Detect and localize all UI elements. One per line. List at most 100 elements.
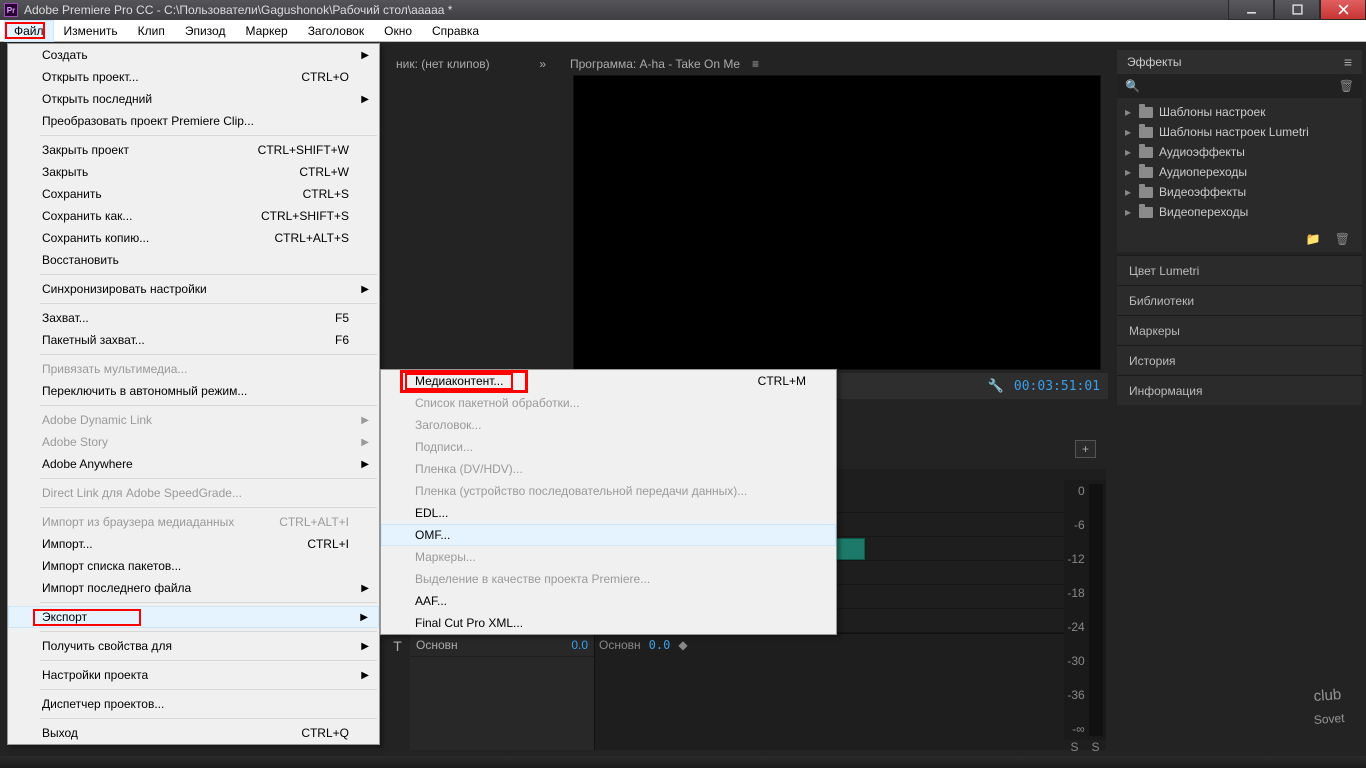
meter-tick: -∞ — [1067, 722, 1084, 736]
meter-tick: -12 — [1067, 552, 1084, 566]
menuitem-label: Direct Link для Adobe SpeedGrade... — [42, 486, 242, 500]
menuitem-открыть-последний[interactable]: Открыть последний▶ — [8, 88, 379, 110]
menuitem-выделение-в-качестве-проекта-premiere-: Выделение в качестве проекта Premiere... — [381, 568, 836, 590]
menuitem-переключить-в-автономный-режим-[interactable]: Переключить в автономный режим... — [8, 380, 379, 402]
menu-окно[interactable]: Окно — [374, 20, 422, 42]
source-panel-tab[interactable]: ник: (нет клипов) » — [386, 53, 556, 75]
text-tool-icon[interactable]: T — [393, 638, 402, 654]
panel-tab-история[interactable]: История — [1117, 345, 1362, 375]
menuitem-edl-[interactable]: EDL... — [381, 502, 836, 524]
menuitem-диспетчер-проектов-[interactable]: Диспетчер проектов... — [8, 693, 379, 715]
program-panel-tab[interactable]: Программа: A-ha - Take On Me ≡ — [560, 53, 769, 75]
menuitem-медиаконтент-[interactable]: Медиаконтент...CTRL+M — [381, 370, 836, 392]
separator — [40, 478, 377, 479]
menuitem-aaf-[interactable]: AAF... — [381, 590, 836, 612]
menu-клип[interactable]: Клип — [128, 20, 175, 42]
menuitem-сохранить-копию-[interactable]: Сохранить копию...CTRL+ALT+S — [8, 227, 379, 249]
menuitem-восстановить[interactable]: Восстановить — [8, 249, 379, 271]
master-track-header[interactable]: Основн0.0 — [410, 633, 594, 657]
menuitem-label: Преобразовать проект Premiere Clip... — [42, 114, 254, 128]
menuitem-экспорт[interactable]: Экспорт▶ — [8, 606, 379, 628]
menu-маркер[interactable]: Маркер — [235, 20, 297, 42]
panel-menu-icon[interactable]: ≡ — [752, 57, 759, 71]
menuitem-маркеры-: Маркеры... — [381, 546, 836, 568]
panel-tab-информация[interactable]: Информация — [1117, 375, 1362, 405]
meter-tick: 0 — [1067, 484, 1084, 498]
effects-panel: Эффекты ≡ 🔍 🗑 ▸Шаблоны настроек▸Шаблоны … — [1117, 50, 1362, 252]
menuitem-label: Импорт последнего файла — [42, 581, 191, 595]
effects-folder[interactable]: ▸Видеопереходы — [1117, 202, 1362, 222]
menuitem-получить-свойства-для[interactable]: Получить свойства для ▶ — [8, 635, 379, 657]
folder-label: Аудиоэффекты — [1159, 145, 1245, 159]
meter-tick: -36 — [1067, 688, 1084, 702]
effects-folder[interactable]: ▸ Аудиоэффекты — [1117, 142, 1362, 162]
master-value: 0.0 — [571, 638, 588, 652]
menuitem-импорт-последнего-файла[interactable]: Импорт последнего файла▶ — [8, 577, 379, 599]
meter-tick: -24 — [1067, 620, 1084, 634]
menuitem-сохранить[interactable]: СохранитьCTRL+S — [8, 183, 379, 205]
effects-folder[interactable]: ▸Шаблоны настроек Lumetri — [1117, 122, 1362, 142]
minimize-button[interactable] — [1228, 0, 1274, 20]
menu-заголовок[interactable]: Заголовок — [298, 20, 374, 42]
menuitem-импорт-списка-пакетов-[interactable]: Импорт списка пакетов... — [8, 555, 379, 577]
menuitem-создать[interactable]: Создать▶ — [8, 44, 379, 66]
shortcut: CTRL+M — [758, 374, 806, 388]
menuitem-захват-[interactable]: Захват...F5 — [8, 307, 379, 329]
menuitem-label: Открыть проект... — [42, 70, 139, 84]
menuitem-список-пакетной-обработки-: Список пакетной обработки... — [381, 392, 836, 414]
menuitem-закрыть-проект[interactable]: Закрыть проектCTRL+SHIFT+W — [8, 139, 379, 161]
submenu-arrow-icon: ▶ — [361, 641, 369, 652]
panel-tab-маркеры[interactable]: Маркеры — [1117, 315, 1362, 345]
effects-folder[interactable]: ▸Шаблоны настроек — [1117, 102, 1362, 122]
folder-icon — [1139, 107, 1153, 118]
disclosure-icon: ▸ — [1125, 185, 1133, 199]
menuitem-выход[interactable]: ВыходCTRL+Q — [8, 722, 379, 744]
menuitem-импорт-[interactable]: Импорт...CTRL+I — [8, 533, 379, 555]
effects-folder[interactable]: ▸Аудиопереходы — [1117, 162, 1362, 182]
menuitem-синхронизировать-настройки[interactable]: Синхронизировать настройки▶ — [8, 278, 379, 300]
close-button[interactable] — [1320, 0, 1366, 20]
menu-эпизод[interactable]: Эпизод — [175, 20, 236, 42]
menuitem-открыть-проект-[interactable]: Открыть проект...CTRL+O — [8, 66, 379, 88]
effects-title: Эффекты — [1127, 55, 1182, 69]
shortcut: CTRL+W — [299, 165, 349, 179]
add-button[interactable]: + — [1075, 440, 1096, 458]
separator — [40, 660, 377, 661]
menu-файл[interactable]: Файл — [4, 20, 54, 42]
menuitem-label: Открыть последний — [42, 92, 152, 106]
menuitem-пакетный-захват-[interactable]: Пакетный захват...F6 — [8, 329, 379, 351]
effects-search[interactable]: 🔍 🗑 — [1117, 74, 1362, 98]
panel-tab-библиотеки[interactable]: Библиотеки — [1117, 285, 1362, 315]
menuitem-label: Экспорт — [42, 610, 87, 624]
menuitem-label: Получить свойства для — [42, 639, 172, 653]
delete-icon[interactable]: 🗑 — [1335, 232, 1350, 246]
menuitem-label: Привязать мультимедиа... — [42, 362, 187, 376]
clear-icon[interactable]: 🗑 — [1339, 79, 1354, 93]
program-timecode[interactable]: 00:03:51:01 — [1014, 379, 1100, 394]
menuitem-закрыть[interactable]: ЗакрытьCTRL+W — [8, 161, 379, 183]
master-value[interactable]: 0.0 — [649, 638, 671, 652]
menuitem-omf-[interactable]: OMF... — [381, 524, 836, 546]
menuitem-преобразовать-проект-premiere-clip-[interactable]: Преобразовать проект Premiere Clip... — [8, 110, 379, 132]
folder-icon — [1139, 147, 1153, 158]
disclosure-icon: ▸ — [1125, 125, 1133, 139]
settings-icon[interactable]: 🔧 — [988, 378, 1004, 394]
effects-folder[interactable]: ▸Видеоэффекты — [1117, 182, 1362, 202]
menuitem-label: Создать — [42, 48, 88, 62]
menuitem-label: Закрыть проект — [42, 143, 129, 157]
menuitem-сохранить-как-[interactable]: Сохранить как...CTRL+SHIFT+S — [8, 205, 379, 227]
menuitem-label: OMF... — [415, 528, 450, 542]
menuitem-adobe-dynamic-link: Adobe Dynamic Link▶ — [8, 409, 379, 431]
keyframe-icon[interactable]: ◆ — [678, 638, 687, 652]
menu-справка[interactable]: Справка — [422, 20, 489, 42]
maximize-button[interactable] — [1274, 0, 1320, 20]
menuitem-final-cut-pro-xml-[interactable]: Final Cut Pro XML... — [381, 612, 836, 634]
disclosure-icon: ▸ — [1125, 145, 1133, 159]
panel-tab-цвет lumetri[interactable]: Цвет Lumetri — [1117, 255, 1362, 285]
window-title: Adobe Premiere Pro CC - C:\Пользователи\… — [24, 3, 452, 17]
menuitem-adobe-anywhere[interactable]: Adobe Anywhere▶ — [8, 453, 379, 475]
new-bin-icon[interactable]: 📁 — [1306, 232, 1321, 246]
menu-изменить[interactable]: Изменить — [54, 20, 128, 42]
panel-menu-icon[interactable]: ≡ — [1344, 54, 1352, 70]
menuitem-настройки-проекта[interactable]: Настройки проекта▶ — [8, 664, 379, 686]
